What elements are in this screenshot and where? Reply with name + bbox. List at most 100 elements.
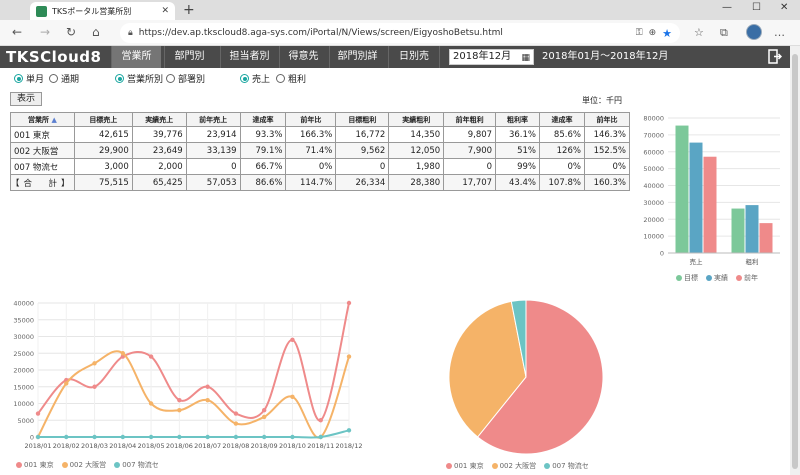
y-tick-label: 30000	[643, 199, 664, 207]
forward-icon[interactable]: →	[40, 25, 50, 39]
radio-dot[interactable]	[115, 74, 124, 83]
y-tick-label: 0	[660, 250, 664, 258]
table-cell: 12,050	[388, 142, 445, 159]
table-cell: 57,053	[185, 174, 241, 191]
collections-icon[interactable]: ⧉	[720, 26, 728, 40]
nav-tantosha[interactable]: 担当者別	[220, 46, 278, 68]
nav-eigyosho[interactable]: 営業所別	[111, 46, 161, 84]
back-icon[interactable]: ←	[12, 25, 22, 39]
col-header[interactable]: 営業所 ▲	[10, 112, 75, 127]
radio-dot[interactable]	[166, 74, 175, 83]
col-header[interactable]: 前年比	[285, 112, 337, 127]
data-point	[205, 397, 210, 403]
legend-swatch	[706, 275, 712, 281]
radio-dot[interactable]	[240, 74, 249, 83]
col-header[interactable]: 実績売上	[131, 112, 187, 127]
scrollbar-thumb[interactable]	[792, 54, 798, 469]
bar	[745, 205, 759, 253]
radio-uriage[interactable]: 売上	[240, 72, 270, 85]
table-row[interactable]: 007 物流セ 3,000 2,000 0 66.7% 0% 0 1,980 0 99% 0% 0%	[10, 158, 631, 175]
bar-chart: 0 10000 20000 30000 40000 50000 60000 70000 8000…	[643, 115, 780, 266]
legend-item[interactable]: 002 大阪営	[61, 460, 106, 470]
radio-dot[interactable]	[14, 74, 23, 83]
address-bar[interactable]: 🔒︎ https://dev.ap.tkscloud8.aga-sys.com/…	[120, 23, 680, 43]
page-scrollbar[interactable]	[790, 46, 800, 475]
minimize-icon[interactable]: —	[722, 2, 732, 13]
legend-item[interactable]: 007 物流セ	[114, 460, 159, 470]
radio-dot[interactable]	[276, 74, 285, 83]
table-total-row[interactable]: 【合 計】 75,515 65,425 57,053 86.6% 114.7% 26,334…	[10, 174, 631, 191]
col-header[interactable]: 目標粗利	[335, 112, 390, 127]
radio-label: 売上	[252, 75, 271, 85]
x-tick-label: 2018/05	[138, 442, 165, 450]
monthly-line-chart: 0 5000 10000 15000 20000 25000 30000 35000 40000…	[13, 300, 362, 451]
table-cell: 66.7%	[239, 158, 287, 175]
legend-item[interactable]: 実績	[706, 273, 728, 283]
cell-office-name: 007 物流セ	[10, 158, 75, 175]
home-icon[interactable]: ⌂	[92, 25, 100, 39]
legend-item[interactable]: 001 東京	[16, 460, 54, 470]
radio-busho[interactable]: 部署別	[166, 72, 205, 85]
pie-chart	[448, 299, 604, 455]
col-header[interactable]: 達成率	[538, 112, 585, 127]
maximize-icon[interactable]: ☐	[752, 2, 761, 13]
logout-icon[interactable]	[768, 49, 782, 64]
month-picker[interactable]: 2018年12月 ▦	[449, 49, 534, 65]
table-cell: 0%	[583, 158, 631, 175]
favorite-star-icon[interactable]: ★	[662, 27, 672, 40]
table-cell: 0	[185, 158, 241, 175]
show-button[interactable]: 表示	[10, 92, 42, 106]
sort-asc-icon[interactable]: ▲	[51, 116, 56, 124]
summary-table: 営業所 ▲ 目標売上 実績売上 前年売上 達成率 前年比 目標粗利 実績粗利 前…	[10, 112, 631, 191]
col-header[interactable]: 目標売上	[73, 112, 133, 127]
nav-bumon[interactable]: 部門別	[164, 46, 214, 68]
url-text[interactable]: https://dev.ap.tkscloud8.aga-sys.com/iPo…	[139, 28, 630, 38]
refresh-icon[interactable]: ↻	[66, 25, 76, 39]
col-header[interactable]: 実績粗利	[388, 112, 445, 127]
profile-avatar[interactable]	[746, 24, 762, 40]
extensions-icon[interactable]: ☆	[694, 26, 704, 39]
legend-item[interactable]: 002 大阪営	[491, 461, 536, 471]
nav-daily-sales[interactable]: 日別売上	[388, 46, 440, 84]
table-cell: 146.3%	[583, 126, 631, 143]
key-icon[interactable]: ⚿	[636, 28, 643, 38]
table-cell: 166.3%	[285, 126, 337, 143]
legend-item[interactable]: 007 物流セ	[544, 461, 589, 471]
table-row[interactable]: 002 大阪営 29,900 23,649 33,139 79.1% 71.4% 9,562…	[10, 142, 631, 159]
col-header[interactable]: 前年比	[583, 112, 631, 127]
legend-item[interactable]: 目標	[676, 273, 698, 283]
radio-tangetsu[interactable]: 単月	[14, 72, 44, 85]
browser-tab[interactable]: TKSポータル営業所別 ✕	[30, 2, 175, 20]
table-row[interactable]: 001 東京 42,615 39,776 23,914 93.3% 166.3% 16,77…	[10, 126, 631, 143]
radio-tsuki[interactable]: 通期	[49, 72, 79, 85]
col-header[interactable]: 達成率	[239, 112, 287, 127]
nav-bumon-detail[interactable]: 部門別詳細	[329, 46, 385, 84]
close-window-icon[interactable]: ✕	[780, 2, 788, 13]
data-point	[92, 434, 97, 440]
radio-dot[interactable]	[49, 74, 58, 83]
data-point	[64, 381, 69, 386]
col-header[interactable]: 前年粗利	[443, 112, 497, 127]
data-point	[290, 394, 295, 399]
zoom-icon[interactable]: ⊕	[649, 28, 657, 38]
menu-dots-icon[interactable]: …	[774, 26, 785, 39]
legend-item[interactable]: 前年	[736, 273, 758, 283]
table-cell: 9,562	[335, 142, 390, 159]
radio-eigyosho[interactable]: 営業所別	[115, 72, 163, 85]
col-header[interactable]: 前年売上	[185, 112, 241, 127]
y-tick-label: 70000	[643, 131, 664, 139]
y-tick-label: 10000	[643, 233, 664, 241]
close-tab-icon[interactable]: ✕	[161, 6, 169, 16]
new-tab-icon[interactable]: +	[183, 2, 195, 18]
col-header[interactable]: 粗利率	[495, 112, 540, 127]
y-tick-label: 60000	[643, 148, 664, 156]
nav-tokuisaki[interactable]: 得意先別	[279, 46, 327, 84]
table-cell: 0	[443, 158, 497, 175]
legend-label: 目標	[684, 274, 698, 282]
data-point	[35, 411, 41, 416]
x-tick-label: 2018/11	[307, 442, 334, 450]
calendar-icon[interactable]: ▦	[521, 51, 530, 65]
legend-item[interactable]: 001 東京	[446, 461, 484, 471]
radio-arari[interactable]: 粗利	[276, 72, 306, 85]
data-point	[177, 397, 182, 403]
